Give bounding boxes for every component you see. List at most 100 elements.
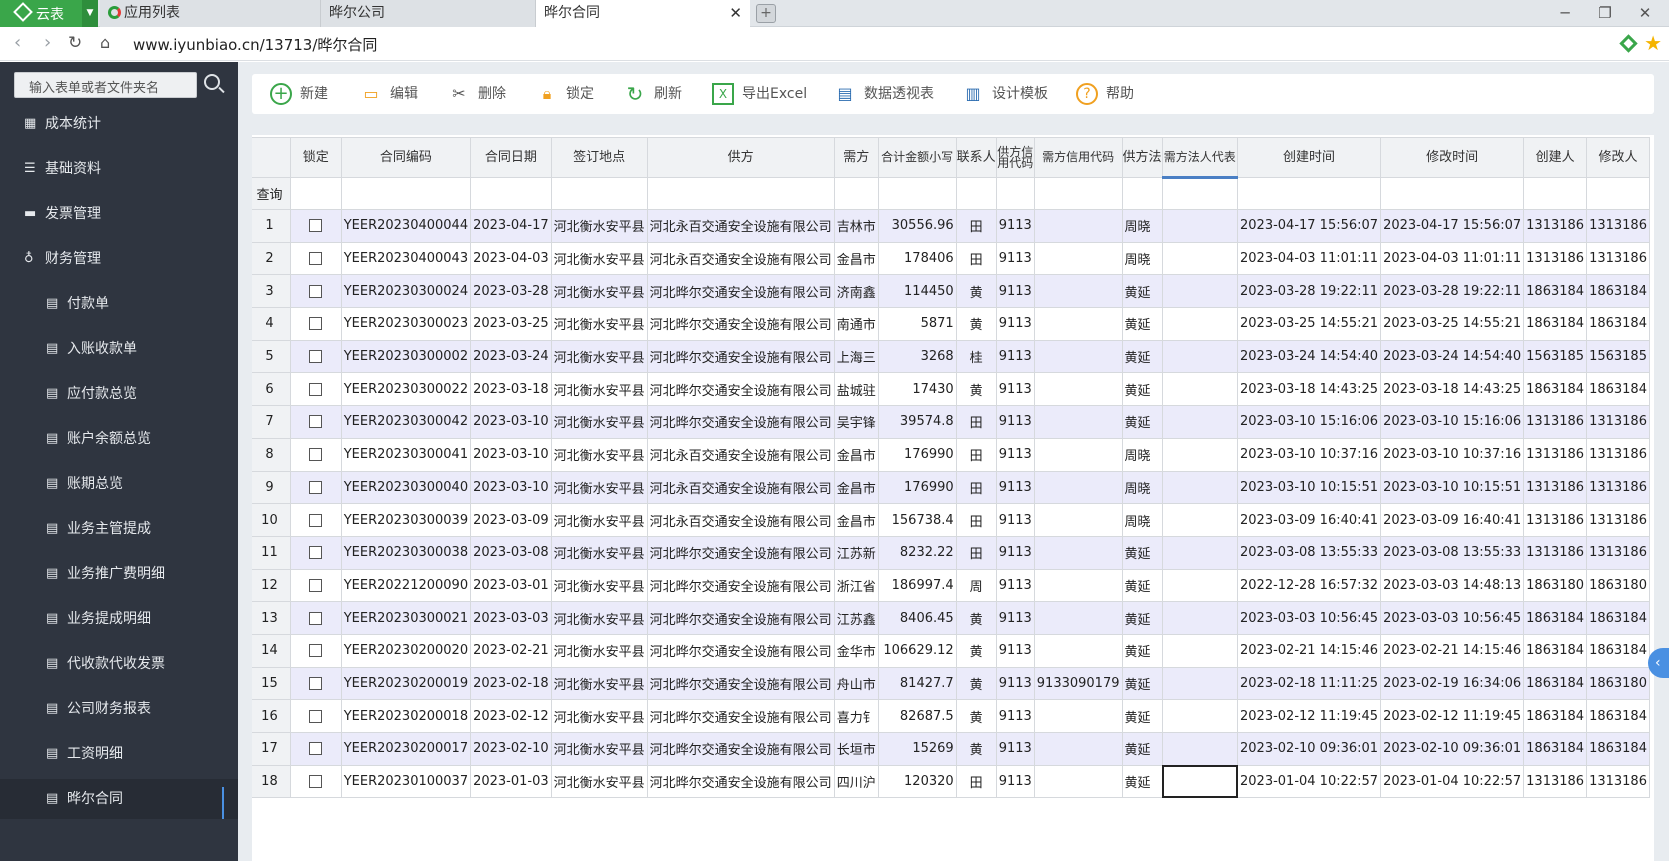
- table-cell[interactable]: 2023-03-10 15:16:06: [1380, 405, 1525, 439]
- table-cell[interactable]: [1033, 764, 1123, 799]
- table-cell[interactable]: 2023-04-17 15:56:07: [1236, 209, 1382, 243]
- table-cell[interactable]: 河北衡水安平县: [550, 666, 648, 701]
- table-cell[interactable]: 2023-02-21 14:15:46: [1236, 633, 1382, 668]
- table-cell[interactable]: 2023-03-01: [470, 568, 552, 603]
- table-cell[interactable]: 176990: [877, 470, 957, 505]
- table-cell[interactable]: 河北晔尔交通安全设施有限公司: [646, 568, 835, 603]
- column-header[interactable]: 需方信用代码: [1033, 137, 1123, 178]
- table-cell[interactable]: 1863184: [1523, 372, 1588, 407]
- filter-cell[interactable]: [289, 177, 342, 210]
- table-cell[interactable]: 黄: [955, 601, 997, 635]
- table-cell[interactable]: 2023-02-18: [470, 666, 552, 701]
- table-cell[interactable]: 15269: [877, 732, 957, 766]
- table-cell[interactable]: [1161, 764, 1239, 799]
- table-cell[interactable]: 5871: [877, 307, 957, 341]
- table-cell[interactable]: 1313186: [1586, 437, 1650, 472]
- sidebar-item[interactable]: ▤ 代收款代收发票: [0, 644, 238, 684]
- table-cell[interactable]: 1313186: [1586, 470, 1650, 505]
- table-cell[interactable]: 黄: [955, 274, 997, 309]
- table-cell[interactable]: 9113: [995, 568, 1035, 603]
- table-cell[interactable]: 周晓: [1121, 437, 1163, 472]
- table-row[interactable]: 17 YEER20230200017 2023-02-10 河北衡水安平县 河北晔尔交通…: [252, 732, 1650, 766]
- table-cell[interactable]: 1313186: [1523, 535, 1588, 570]
- table-cell[interactable]: [1033, 732, 1123, 766]
- table-cell[interactable]: 2023-03-10 10:37:16: [1380, 437, 1525, 472]
- lock-checkbox[interactable]: [309, 644, 323, 658]
- lock-checkbox[interactable]: [309, 578, 323, 592]
- table-cell[interactable]: 106629.12: [877, 633, 957, 668]
- table-cell[interactable]: 9113: [995, 372, 1035, 407]
- table-cell[interactable]: 2023-02-21 14:15:46: [1380, 633, 1525, 668]
- table-cell[interactable]: YEER20230300042: [340, 405, 472, 439]
- table-cell[interactable]: 2023-03-25 14:55:21: [1380, 307, 1525, 341]
- table-cell[interactable]: 2023-03-28: [470, 274, 552, 309]
- filter-cell[interactable]: [1121, 177, 1163, 210]
- table-cell[interactable]: [1161, 307, 1239, 341]
- filter-cell[interactable]: [470, 177, 552, 210]
- table-cell[interactable]: 2023-03-28 19:22:11: [1380, 274, 1525, 309]
- table-cell[interactable]: 1863184: [1523, 274, 1588, 309]
- table-cell[interactable]: 120320: [877, 764, 957, 799]
- table-cell[interactable]: 2023-02-10 09:36:01: [1236, 732, 1382, 766]
- table-cell[interactable]: 1863184: [1586, 307, 1650, 341]
- lock-checkbox[interactable]: [309, 546, 323, 560]
- table-cell[interactable]: 河北衡水安平县: [550, 437, 648, 472]
- table-cell[interactable]: 2023-03-25: [470, 307, 552, 341]
- lock-checkbox[interactable]: [309, 676, 323, 690]
- url-text[interactable]: www.iyunbiao.cn/13713/晔尔合同: [133, 34, 377, 55]
- table-cell[interactable]: 田: [955, 535, 997, 570]
- table-cell[interactable]: YEER20230300024: [340, 274, 472, 309]
- table-cell[interactable]: 河北晔尔交通安全设施有限公司: [646, 339, 835, 374]
- table-cell[interactable]: 2023-03-10 10:15:51: [1236, 470, 1382, 505]
- table-cell[interactable]: 9113: [995, 601, 1035, 635]
- lock-checkbox[interactable]: [309, 709, 323, 723]
- table-cell[interactable]: 河北衡水安平县: [550, 503, 648, 537]
- table-cell[interactable]: [1033, 307, 1123, 341]
- table-cell[interactable]: 2023-03-08 13:55:33: [1380, 535, 1525, 570]
- filter-cell[interactable]: [1380, 177, 1525, 210]
- lock-checkbox[interactable]: [309, 252, 323, 266]
- table-cell[interactable]: YEER20230300041: [340, 437, 472, 472]
- table-cell[interactable]: 黄延: [1121, 633, 1163, 668]
- table-cell[interactable]: 河北晔尔交通安全设施有限公司: [646, 307, 835, 341]
- table-row[interactable]: 2 YEER20230400043 2023-04-03 河北衡水安平县 河北永百交通安…: [252, 241, 1650, 276]
- table-cell[interactable]: YEER20230400044: [340, 209, 472, 243]
- table-cell[interactable]: YEER20230400043: [340, 241, 472, 276]
- table-cell[interactable]: [1033, 437, 1123, 472]
- table-cell[interactable]: 2023-03-24: [470, 339, 552, 374]
- table-cell[interactable]: 黄: [955, 699, 997, 733]
- lock-checkbox[interactable]: [309, 513, 323, 527]
- table-cell[interactable]: 河北晔尔交通安全设施有限公司: [646, 764, 835, 799]
- table-cell[interactable]: 2023-03-08: [470, 535, 552, 570]
- lock-checkbox[interactable]: [309, 611, 323, 625]
- table-cell[interactable]: YEER20230300021: [340, 601, 472, 635]
- table-cell[interactable]: [1161, 241, 1239, 276]
- table-cell[interactable]: 上海三: [833, 339, 879, 374]
- table-cell[interactable]: 河北晔尔交通安全设施有限公司: [646, 405, 835, 439]
- table-cell[interactable]: YEER20230300002: [340, 339, 472, 374]
- table-cell[interactable]: 1313186: [1523, 437, 1588, 472]
- table-cell[interactable]: 9113: [995, 241, 1035, 276]
- table-cell[interactable]: 1313186: [1586, 241, 1650, 276]
- table-cell[interactable]: [1161, 601, 1239, 635]
- table-row[interactable]: 12 YEER20221200090 2023-03-01 河北衡水安平县 河北晔尔交通…: [252, 568, 1650, 603]
- table-cell[interactable]: 9113: [995, 339, 1035, 374]
- table-cell[interactable]: 河北衡水安平县: [550, 339, 648, 374]
- table-row[interactable]: 5 YEER20230300002 2023-03-24 河北衡水安平县 河北晔尔交通安…: [252, 339, 1650, 374]
- table-cell[interactable]: 黄延: [1121, 568, 1163, 603]
- table-cell[interactable]: 186997.4: [877, 568, 957, 603]
- sidebar-item[interactable]: ▦ 成本统计: [0, 104, 238, 144]
- table-cell[interactable]: YEER20230300040: [340, 470, 472, 505]
- table-cell[interactable]: 金昌市: [833, 503, 879, 537]
- table-cell[interactable]: 176990: [877, 437, 957, 472]
- table-cell[interactable]: 济南鑫: [833, 274, 879, 309]
- sidebar-item[interactable]: ▤ 账期总览: [0, 464, 238, 504]
- table-cell[interactable]: 河北衡水安平县: [550, 732, 648, 766]
- tab-close-icon[interactable]: ✕: [729, 0, 742, 26]
- filter-cell[interactable]: [955, 177, 997, 210]
- table-cell[interactable]: 2023-02-19 16:34:06: [1380, 666, 1525, 701]
- table-cell[interactable]: 2023-03-10: [470, 470, 552, 505]
- table-cell[interactable]: 黄延: [1121, 666, 1163, 701]
- table-cell[interactable]: 9113: [995, 307, 1035, 341]
- lock-checkbox[interactable]: [309, 480, 323, 494]
